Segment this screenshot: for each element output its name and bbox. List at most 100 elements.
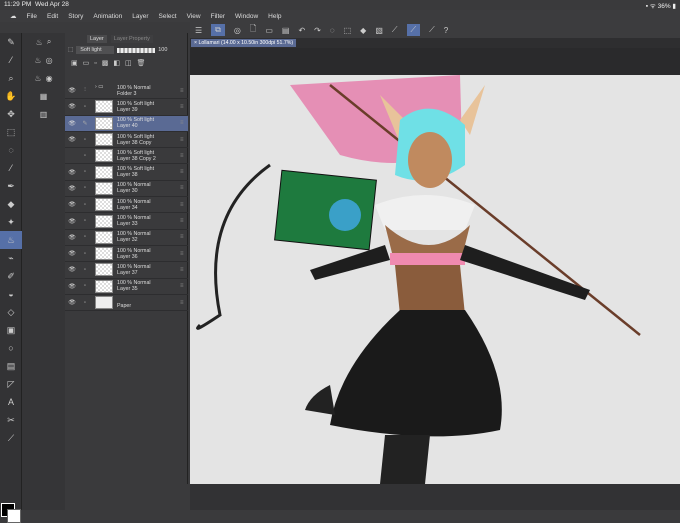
layer-row[interactable]: 👁︎ ▫ Paper ≡ [65, 295, 188, 312]
tab-layer[interactable]: Layer [87, 34, 107, 43]
visibility-eye-icon[interactable]: 👁︎ [65, 120, 79, 127]
layer-lock-icon[interactable]: ▫ [79, 185, 91, 191]
transform-icon[interactable]: ▧ [375, 26, 383, 35]
layer-row[interactable]: 👁︎ ▫ 100 % Normal Layer 34 ≡ [65, 197, 188, 214]
drag-handle-icon[interactable]: ≡ [180, 251, 188, 257]
layer-row[interactable]: 👁︎ ▫ 100 % Normal Layer 37 ≡ [65, 262, 188, 279]
layer-row[interactable]: 👁︎ ⫶ › ▭ 100 % Normal Folder 3 ≡ [65, 83, 188, 100]
lasso-tool-icon[interactable]: ◌ [0, 141, 22, 159]
shape-tool-icon[interactable]: ○ [0, 339, 22, 357]
tab-layer-property[interactable]: Layer Property [110, 34, 153, 43]
drag-handle-icon[interactable]: ≡ [180, 104, 188, 110]
blend-mode-select[interactable]: Soft light [76, 46, 115, 54]
correct-line-tool-icon[interactable]: ⟋ [0, 429, 22, 447]
balloon-tool-icon[interactable]: ✂ [0, 411, 22, 429]
new-layer-icon[interactable]: ▣ [71, 59, 78, 67]
fill-tool-icon[interactable]: ◒ [0, 285, 22, 303]
layer-panel-icon[interactable]: ▦ [40, 92, 48, 101]
visibility-eye-icon[interactable]: 👁︎ [65, 283, 79, 290]
edit-pen-icon[interactable]: ✎ [79, 120, 91, 127]
lock-icon[interactable]: ▫ [94, 60, 96, 67]
layer-row[interactable]: 👁︎ ▫ 100 % Normal Layer 30 ≡ [65, 181, 188, 198]
eraser-icon[interactable]: ◆ [0, 195, 22, 213]
visibility-eye-icon[interactable]: 👁︎ [65, 234, 79, 241]
layer-lock-icon[interactable]: ▫ [79, 137, 91, 143]
airbrush-tool-icon[interactable]: ♨ [0, 231, 22, 249]
layer-row[interactable]: 👁︎ ▫ 100 % Soft light Layer 38 Copy ≡ [65, 132, 188, 149]
brush-preset-icon[interactable]: ♨ [36, 38, 43, 47]
drag-handle-icon[interactable]: ≡ [180, 137, 188, 143]
visibility-eye-icon[interactable]: 👁︎ [65, 266, 79, 273]
menu-select[interactable]: Select [159, 13, 177, 20]
drag-handle-icon[interactable]: ≡ [180, 153, 188, 159]
layer-lock-icon[interactable]: ▫ [79, 283, 91, 289]
menu-filter[interactable]: Filter [211, 13, 225, 20]
frame-tool-icon[interactable]: ▤ [0, 357, 22, 375]
doc-icon[interactable]: ▥ [40, 110, 48, 119]
layer-row[interactable]: 👁︎ ▫ 100 % Normal Layer 33 ≡ [65, 213, 188, 230]
sub-tool-row[interactable]: ♨ ◉ [22, 69, 65, 87]
settings-icon[interactable]: ◎ [234, 26, 241, 35]
delete-layer-icon[interactable]: 🗑 [137, 59, 146, 67]
sub-tool-row[interactable]: ▥ [22, 105, 65, 123]
stabilizer-icon[interactable]: ⟋ [392, 25, 398, 35]
visibility-eye-icon[interactable]: 👁︎ [65, 185, 79, 192]
layer-lock-icon[interactable]: ⫶ [79, 87, 91, 94]
menu-icon[interactable]: ☰ [195, 26, 202, 35]
save-icon[interactable]: ▤ [282, 26, 290, 35]
layer-lock-icon[interactable]: ▫ [79, 218, 91, 224]
brush-preset-icon[interactable]: ♨ [34, 56, 41, 65]
sub-tool-row[interactable]: ♨ ⌕ [22, 33, 65, 51]
redo-icon[interactable]: ↷ [314, 26, 321, 35]
layer-lock-icon[interactable]: ▫ [79, 251, 91, 257]
eraser2-icon[interactable]: ◇ [0, 303, 22, 321]
opacity-value[interactable]: 100 [158, 47, 167, 53]
visibility-eye-icon[interactable]: 👁︎ [65, 201, 79, 208]
layer-lock-icon[interactable]: ▫ [79, 153, 91, 159]
ruler-tool-icon[interactable]: ◸ [0, 375, 22, 393]
layer-lock-icon[interactable]: ▫ [79, 104, 91, 110]
layer-row[interactable]: 👁︎ ▫ 100 % Normal Layer 36 ≡ [65, 246, 188, 263]
layer-lock-icon[interactable]: ▫ [79, 202, 91, 208]
drag-handle-icon[interactable]: ≡ [180, 283, 188, 289]
background-color[interactable] [7, 509, 21, 523]
canvas[interactable] [190, 75, 680, 484]
zoom-tool-icon[interactable]: ⌕ [0, 69, 22, 87]
zoom-icon[interactable]: ⌕ [47, 37, 51, 47]
hand-tool-icon[interactable]: ✋ [0, 87, 22, 105]
sub-tool-row[interactable]: ▦ [22, 87, 65, 105]
help-icon[interactable]: ? [444, 26, 448, 35]
drag-handle-icon[interactable]: ≡ [180, 218, 188, 224]
drag-handle-icon[interactable]: ≡ [180, 120, 188, 126]
layer-lock-icon[interactable]: ▫ [79, 300, 91, 306]
drag-handle-icon[interactable]: ≡ [180, 88, 188, 94]
open-icon[interactable]: ▭ [265, 26, 273, 35]
target-icon[interactable]: ◎ [46, 56, 53, 65]
drag-handle-icon[interactable]: ≡ [180, 234, 188, 240]
pen-tool-icon[interactable]: ✎ [0, 33, 22, 51]
select-all-icon[interactable]: ◌ [330, 26, 335, 35]
select-tool-icon[interactable]: ⬚ [0, 123, 22, 141]
canvas-icon[interactable]: ⧉ [211, 24, 225, 36]
menu-window[interactable]: Window [235, 13, 258, 20]
visibility-eye-icon[interactable]: 👁︎ [65, 250, 79, 257]
drag-handle-icon[interactable]: ≡ [180, 267, 188, 273]
menu-layer[interactable]: Layer [132, 13, 148, 20]
move-tool-icon[interactable]: ✥ [0, 105, 22, 123]
ruler-icon[interactable]: ⟋ [429, 25, 435, 35]
app-logo-icon[interactable]: ☁ [10, 12, 17, 20]
blend-tool-icon[interactable]: ⌁ [0, 249, 22, 267]
frame-icon[interactable]: ⬚ [68, 47, 73, 53]
eyedropper2-icon[interactable]: ⁄ [0, 159, 22, 177]
layer-row[interactable]: 👁︎ ▫ 100 % Soft light Layer 38 ≡ [65, 164, 188, 181]
drag-handle-icon[interactable]: ≡ [180, 185, 188, 191]
layer-row[interactable]: 👁︎ ▫ 100 % Normal Layer 35 ≡ [65, 279, 188, 295]
visibility-eye-icon[interactable]: 👁︎ [65, 218, 79, 225]
drag-handle-icon[interactable]: ≡ [180, 169, 188, 175]
mask-icon[interactable]: ◫ [125, 59, 132, 67]
layer-lock-icon[interactable]: ▫ [79, 169, 91, 175]
layer-lock-icon[interactable]: ▫ [79, 267, 91, 273]
gradient-tool-icon[interactable]: ▣ [0, 321, 22, 339]
clip-icon[interactable]: ▩ [102, 59, 109, 67]
text-tool-icon[interactable]: A [0, 393, 22, 411]
